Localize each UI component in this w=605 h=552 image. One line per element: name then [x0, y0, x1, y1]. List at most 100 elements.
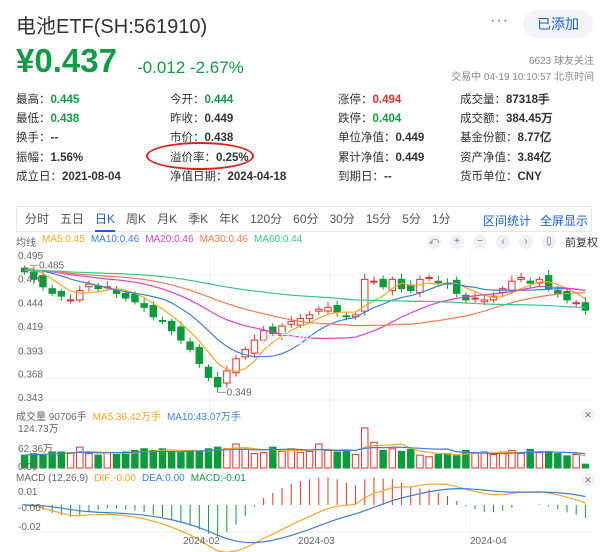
- candle: [158, 319, 167, 322]
- volume-bar: [443, 453, 452, 469]
- tab-12[interactable]: 1分: [432, 207, 451, 231]
- period-tabs: 分时 五日 日K 周K 月K 季K 年K 120分 60分 30分 15分 5分 1分 区间统计 全屏显示: [16, 206, 592, 232]
- candle: [379, 278, 387, 288]
- stat-label: 最低：: [16, 113, 51, 125]
- max-price-label: 0.485: [39, 260, 64, 271]
- volume-bar: [57, 451, 66, 469]
- candle: [131, 293, 139, 303]
- volume-bar: [471, 452, 479, 469]
- stat-value: 3.84亿: [517, 152, 552, 164]
- price-tick: 0.470: [18, 274, 43, 285]
- volume-bar: [379, 449, 387, 469]
- dea-line: [24, 487, 586, 544]
- stat-label: 成交量：: [460, 94, 506, 106]
- more-icon[interactable]: ···: [490, 12, 509, 30]
- stat-label: 成交额：: [460, 113, 506, 125]
- candle: [177, 326, 185, 341]
- candle: [195, 347, 203, 364]
- volume-bar: [498, 451, 507, 469]
- stat-value: 2024-04-18: [227, 171, 287, 183]
- followers-count[interactable]: 6623 球友关注: [529, 52, 594, 67]
- stat-value: 8.77亿: [517, 132, 552, 144]
- stat-item: 累计净值：0.449: [338, 149, 424, 165]
- tab-3[interactable]: 周K: [126, 207, 146, 231]
- volume-bar: [416, 454, 424, 469]
- volume-bar: [452, 454, 461, 469]
- stat-value: CNY: [517, 171, 542, 183]
- stat-value: 0.404: [372, 113, 402, 125]
- stat-label: 今开：: [170, 94, 205, 106]
- added-watchlist-button[interactable]: 已添加: [523, 10, 593, 38]
- tab-0[interactable]: 分时: [25, 207, 49, 231]
- price-tick: 0.393: [18, 346, 43, 357]
- tab-10[interactable]: 15分: [366, 207, 391, 231]
- candle: [526, 280, 534, 284]
- volume-bar: [76, 446, 84, 469]
- stat-value: 0.438: [50, 113, 80, 125]
- x-axis-label: 2024-02: [183, 536, 220, 547]
- stat-item: 换手：--: [16, 129, 58, 145]
- macd-tick: -0.00: [18, 503, 41, 514]
- candle: [480, 299, 488, 303]
- volume-bar: [296, 452, 305, 469]
- tab-2[interactable]: 日K: [95, 207, 116, 232]
- stat-label: 基金份额：: [460, 132, 518, 144]
- trading-status: 交易中 04-19 10:10:57 北京时间: [451, 72, 594, 83]
- volume-bar: [397, 450, 406, 469]
- stat-item: 资产净值：3.84亿: [460, 149, 551, 165]
- candle: [66, 299, 75, 302]
- range-stats-link[interactable]: 区间统计: [483, 212, 531, 229]
- page-title: 电池ETF(SH:561910): [16, 16, 208, 38]
- volume-tick: 124.73万: [18, 424, 59, 435]
- candle: [581, 302, 590, 311]
- candle: [76, 290, 84, 301]
- volume-tick: 0.00: [18, 462, 38, 473]
- volume-bar: [324, 449, 332, 469]
- stat-label: 净值日期：: [170, 171, 228, 183]
- tab-5[interactable]: 季K: [188, 207, 208, 231]
- tab-4[interactable]: 月K: [157, 207, 177, 231]
- macd-tick: 0.01: [18, 487, 38, 498]
- stat-item: 净值日期：2024-04-18: [170, 168, 286, 184]
- price-tick: 0.419: [18, 322, 43, 333]
- volume-bar: [305, 450, 314, 469]
- stat-value: 0.449: [204, 113, 234, 125]
- tab-9[interactable]: 30分: [330, 207, 355, 231]
- candle: [223, 370, 231, 384]
- candle: [452, 279, 461, 294]
- x-axis-label: 2024-03: [298, 536, 335, 547]
- volume-bar: [39, 454, 47, 469]
- tab-11[interactable]: 5分: [402, 207, 421, 231]
- tab-6[interactable]: 年K: [219, 207, 239, 231]
- volume-bar: [535, 452, 544, 469]
- volume-bar: [259, 452, 268, 469]
- fullscreen-link[interactable]: 全屏显示: [540, 212, 588, 229]
- tab-8[interactable]: 60分: [293, 207, 318, 231]
- candle: [287, 320, 295, 325]
- candle: [250, 339, 259, 354]
- volume-bar: [544, 450, 553, 469]
- candle: [425, 276, 433, 279]
- tab-1[interactable]: 五日: [60, 207, 84, 231]
- price-change: -0.012 -2.67%: [137, 58, 244, 77]
- volume-tick: 62.36万: [18, 444, 53, 455]
- volume-bar: [223, 448, 231, 469]
- volume-bar: [315, 443, 323, 469]
- candle: [305, 314, 314, 320]
- volume-bar: [407, 448, 415, 469]
- volume-bar: [434, 454, 443, 469]
- tab-7[interactable]: 120分: [250, 207, 282, 231]
- stat-value: 2021-08-04: [62, 171, 121, 183]
- volume-bar: [241, 448, 249, 469]
- stat-value: --: [384, 171, 392, 183]
- volume-bar: [186, 449, 194, 469]
- stat-label: 单位净值：: [338, 132, 396, 144]
- volume-bar: [250, 453, 259, 469]
- stat-item: 货币单位：CNY: [460, 168, 542, 184]
- stat-label: 资产净值：: [460, 152, 518, 164]
- volume-bar: [342, 450, 351, 469]
- xueqiu-watermark: ◎ 雪球: [262, 331, 312, 349]
- stat-item: 成交额：384.45万: [460, 110, 553, 126]
- volume-bar: [177, 452, 185, 469]
- kline-chart[interactable]: 0.4950.4700.4440.4190.3930.3680.3430.485…: [0, 245, 605, 552]
